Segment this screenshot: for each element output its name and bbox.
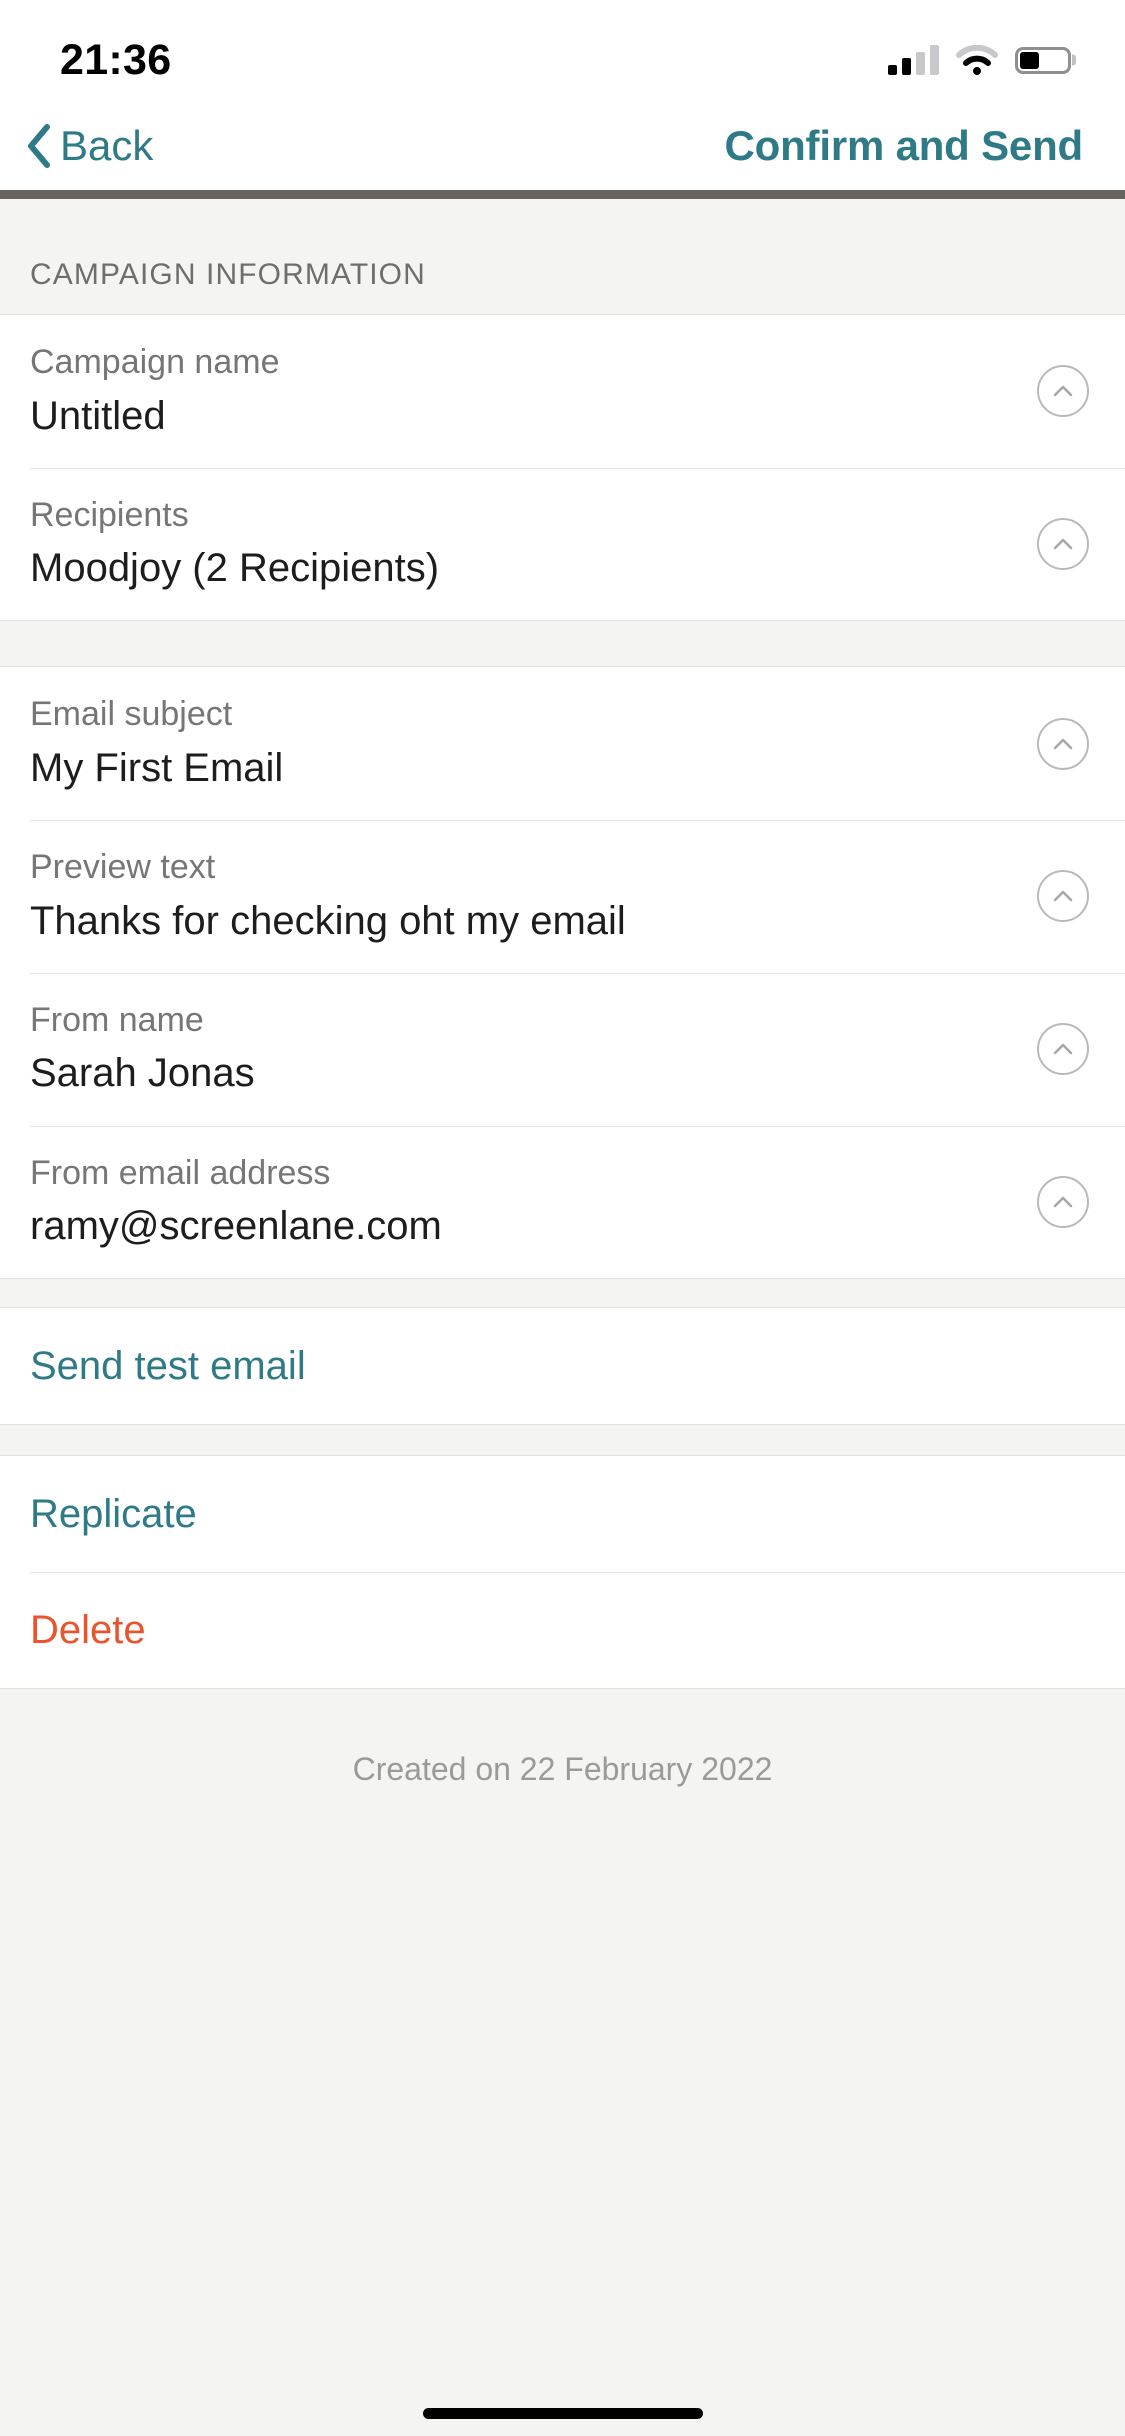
status-bar-time: 21:36 <box>60 35 172 84</box>
row-label: Recipients <box>30 495 189 534</box>
status-bar-indicators <box>888 44 1071 75</box>
row-label: From email address <box>30 1153 331 1192</box>
row-label: Campaign name <box>30 343 280 381</box>
back-button-label: Back <box>60 122 154 169</box>
row-preview-text[interactable]: Preview text Thanks for checking oht my … <box>0 820 1125 973</box>
row-value: My First Email <box>30 745 284 790</box>
chevron-up-circle-icon[interactable] <box>1037 365 1089 418</box>
home-indicator[interactable] <box>422 2407 703 2419</box>
delete-label: Delete <box>30 1608 146 1653</box>
chevron-up-circle-icon[interactable] <box>1037 717 1089 770</box>
row-email-subject[interactable]: Email subject My First Email <box>0 667 1125 821</box>
send-test-email-label: Send test email <box>30 1344 306 1389</box>
created-on-label: Created on 22 February 2022 <box>352 1751 773 1788</box>
row-value: Moodjoy (2 Recipients) <box>30 546 440 591</box>
content-scroll-area[interactable]: CAMPAIGN INFORMATION Campaign name Untit… <box>0 199 1125 2390</box>
section-gap <box>0 621 1125 667</box>
row-from-name[interactable]: From name Sarah Jonas <box>0 972 1125 1126</box>
chevron-up-circle-icon[interactable] <box>1037 518 1089 571</box>
campaign-information-card: Campaign name Untitled Recipients Moodjo… <box>0 314 1125 622</box>
send-test-email-button[interactable]: Send test email <box>0 1308 1125 1425</box>
send-test-email-card: Send test email <box>0 1307 1125 1426</box>
row-label: Preview text <box>30 848 216 887</box>
section-gap <box>0 1279 1125 1308</box>
row-value: ramy@screenlane.com <box>30 1204 442 1249</box>
replicate-label: Replicate <box>30 1492 197 1537</box>
row-recipients[interactable]: Recipients Moodjoy (2 Recipients) <box>0 467 1125 621</box>
row-from-email-address[interactable]: From email address ramy@screenlane.com <box>0 1125 1125 1279</box>
footer: Created on 22 February 2022 <box>0 1689 1125 2390</box>
wifi-icon <box>956 44 998 75</box>
chevron-up-circle-icon[interactable] <box>1037 870 1089 923</box>
email-details-card: Email subject My First Email Preview tex… <box>0 666 1125 1280</box>
row-label: From name <box>30 1000 204 1039</box>
home-indicator-area <box>0 2390 1125 2436</box>
cellular-signal-icon <box>888 45 939 75</box>
navigation-bar: Back Confirm and Send <box>0 102 1125 190</box>
chevron-up-circle-icon[interactable] <box>1037 1175 1089 1228</box>
section-gap <box>0 1425 1125 1456</box>
delete-button[interactable]: Delete <box>0 1572 1125 1689</box>
section-header-campaign-information: CAMPAIGN INFORMATION <box>0 199 1125 314</box>
chevron-left-icon <box>22 123 56 169</box>
row-value: Untitled <box>30 393 166 438</box>
row-campaign-name[interactable]: Campaign name Untitled <box>0 315 1125 468</box>
row-value: Thanks for checking oht my email <box>30 898 626 943</box>
row-label: Email subject <box>30 695 233 734</box>
replicate-button[interactable]: Replicate <box>0 1456 1125 1573</box>
toolbar-divider <box>0 190 1125 199</box>
campaign-actions-card: Replicate Delete <box>0 1455 1125 1690</box>
confirm-and-send-button[interactable]: Confirm and Send <box>725 122 1084 170</box>
battery-icon <box>1015 46 1071 74</box>
status-bar: 21:36 <box>0 0 1125 102</box>
app-screen: 21:36 Back Confirm and Send CAMPAIGN INF… <box>0 0 1125 2436</box>
section-header-label: CAMPAIGN INFORMATION <box>30 258 426 291</box>
chevron-up-circle-icon[interactable] <box>1037 1023 1089 1076</box>
back-button[interactable]: Back <box>22 122 153 170</box>
row-value: Sarah Jonas <box>30 1051 255 1096</box>
